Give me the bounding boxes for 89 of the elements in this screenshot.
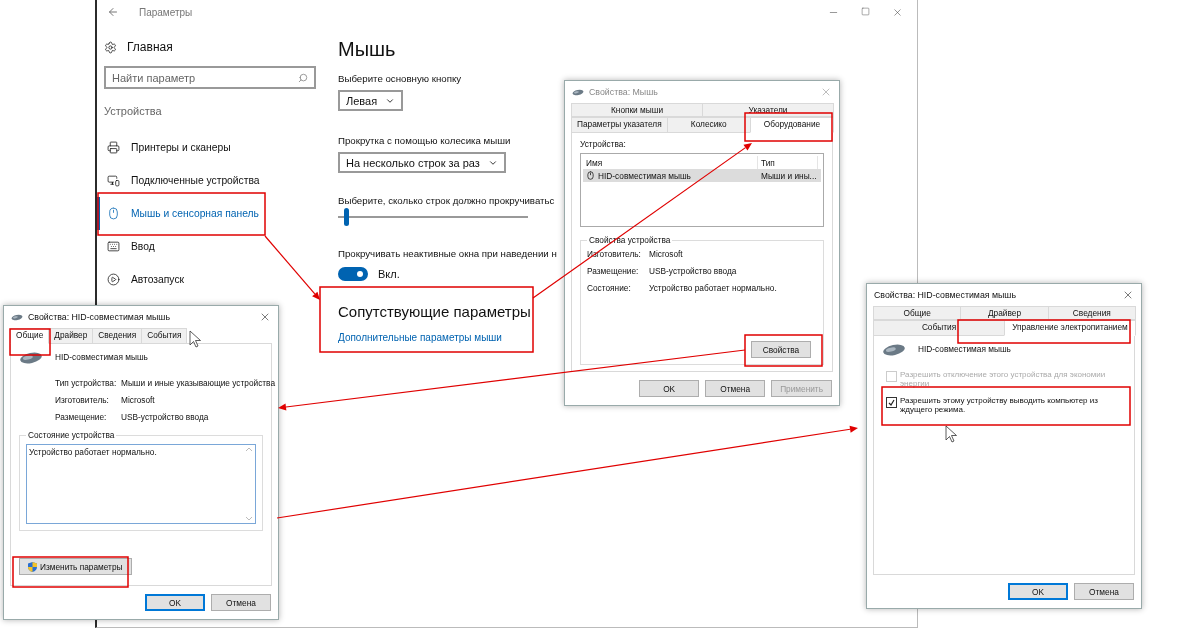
printer-icon <box>107 141 120 154</box>
tab[interactable]: Общие <box>873 306 962 320</box>
tab[interactable]: Кнопки мыши <box>571 103 703 117</box>
dialog-button[interactable]: Отмена <box>211 594 271 611</box>
table-cell: HID-совместимая мышь <box>583 170 758 181</box>
property-value: Microsoft <box>121 395 156 405</box>
highlight-frame <box>9 328 51 356</box>
setting-label: Прокручивать неактивные окна при наведении н <box>338 248 557 259</box>
nav-label: Принтеры и сканеры <box>131 142 231 153</box>
toggle-switch[interactable] <box>338 267 368 281</box>
mouse-icon <box>586 171 595 180</box>
page-title: Мышь <box>338 38 397 61</box>
dialog-button[interactable]: Отмена <box>705 380 766 397</box>
settings-icon <box>104 40 117 54</box>
property-value: Microsoft <box>649 249 684 259</box>
window-title: Параметры <box>139 6 194 18</box>
nav-item[interactable]: Подключенные устройства <box>97 164 330 197</box>
setting-label: Выберите основную кнопку <box>338 73 463 84</box>
slider-thumb[interactable] <box>343 208 349 226</box>
checkbox-label: Разрешить этому устройству выводить компьютер из ждущего режима. <box>900 396 1099 414</box>
arrow <box>264 235 320 300</box>
mouse-icon <box>572 88 584 96</box>
property-value: Мыши и иные указывающие устройства <box>121 378 276 388</box>
property-label: Изготовитель: <box>55 395 110 405</box>
wheel-dropdown[interactable]: На несколько строк за раз <box>338 152 506 173</box>
property-value: USB-устройство ввода <box>649 266 738 276</box>
close-icon[interactable] <box>259 311 271 323</box>
home-link[interactable]: Главная <box>127 40 173 54</box>
property-value: USB-устройство ввода <box>121 412 210 422</box>
tab[interactable]: Колесико <box>666 117 751 133</box>
dialog-title: Свойства: HID-совместимая мышь <box>874 290 1017 300</box>
tab[interactable]: Сведения <box>92 328 143 344</box>
device-name: HID-совместимая мышь <box>55 352 148 362</box>
tab[interactable]: События <box>141 328 188 344</box>
tab[interactable]: События <box>873 320 1005 336</box>
mouse-icon <box>107 207 120 220</box>
nav-item[interactable]: Мышь и сенсорная панель <box>97 197 330 230</box>
setting-label: Выберите, сколько строк должно прокручиватьс <box>338 195 556 206</box>
dialog-button[interactable]: OK <box>1008 583 1068 600</box>
section-heading: Устройства <box>104 105 163 117</box>
tab[interactable]: Драйвер <box>960 306 1049 320</box>
tab[interactable]: Сведения <box>1047 306 1136 320</box>
section-heading: Сопутствующие параметры <box>338 303 532 320</box>
property-label: Состояние: <box>587 283 632 293</box>
mouse-icon <box>882 344 906 356</box>
property-label: Тип устройства: <box>55 378 118 388</box>
keyboard-icon <box>107 240 120 253</box>
play-icon <box>107 273 120 286</box>
dialog-title: Свойства: HID-совместимая мышь <box>28 312 171 322</box>
primary-button-dropdown[interactable]: Левая <box>338 90 404 111</box>
toggle-state: Вкл. <box>378 268 400 280</box>
nav-item[interactable]: Принтеры и сканеры <box>97 131 330 164</box>
close-icon[interactable] <box>1122 289 1134 301</box>
property-value: Устройство работает нормально. <box>649 283 778 293</box>
nav-label: Автозапуск <box>131 274 185 285</box>
nav-label: Мышь и сенсорная панель <box>131 208 259 219</box>
setting-label: Прокрутка с помощью колесика мыши <box>338 135 512 146</box>
tab[interactable]: Параметры указателя <box>571 117 668 133</box>
dialog-button[interactable]: OK <box>639 380 700 397</box>
back-icon[interactable] <box>107 6 119 18</box>
checkbox[interactable] <box>886 397 897 408</box>
search-icon <box>298 72 308 83</box>
properties-button[interactable]: Свойства <box>751 341 811 358</box>
search-field[interactable]: Найти параметр <box>104 66 316 89</box>
property-label: Размещение: <box>55 412 108 422</box>
device-name: HID-совместимая мышь <box>918 344 1011 354</box>
nav-item[interactable]: Ввод <box>97 230 330 263</box>
nav-item[interactable]: Автозапуск <box>97 263 330 296</box>
devices-label: Устройства: <box>580 139 627 149</box>
dialog-title: Свойства: Мышь <box>589 87 659 97</box>
cursor-icon <box>945 425 957 443</box>
dialog-button[interactable]: OK <box>145 594 205 611</box>
device-row[interactable]: HID-совместимая мышь Мыши и ины... <box>583 169 821 182</box>
status-text-area[interactable]: Устройство работает нормально. <box>26 444 256 524</box>
dialog-button[interactable]: Отмена <box>1074 583 1134 600</box>
close-icon[interactable] <box>892 6 903 18</box>
change-settings-button[interactable]: Изменить параметры <box>19 558 132 575</box>
mouse-icon <box>19 352 43 364</box>
table-cell-text: Мыши и ины... <box>760 170 818 181</box>
devices-icon <box>107 174 120 187</box>
property-label: Размещение: <box>587 266 640 276</box>
tab[interactable]: Оборудование <box>749 117 834 133</box>
shield-icon <box>28 561 37 572</box>
group-title: Состояние устройства <box>27 430 116 440</box>
nav-label: Ввод <box>131 241 155 252</box>
mouse-icon <box>11 313 23 321</box>
checkbox-label: Разрешить отключение этого устройства для экономии энергии <box>900 370 1107 388</box>
more-mouse-settings-link[interactable]: Дополнительные параметры мыши <box>338 332 557 343</box>
nav-label: Подключенные устройства <box>131 175 260 186</box>
